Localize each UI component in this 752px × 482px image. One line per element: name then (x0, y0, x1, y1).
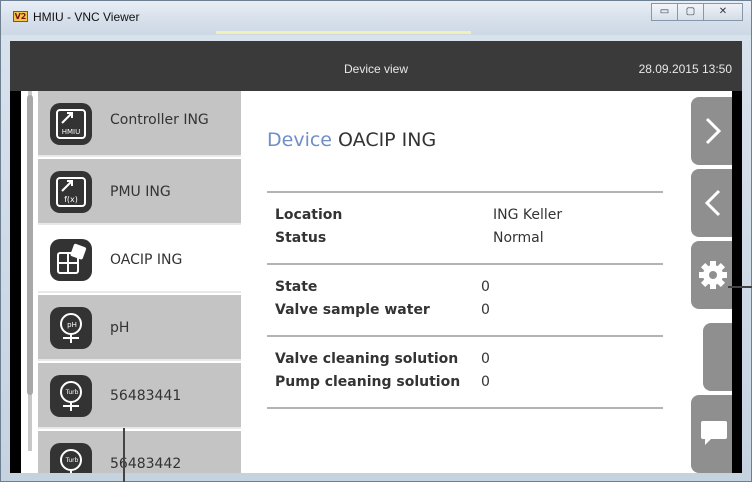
right-action-column (691, 91, 732, 473)
device-list-sidebar: HMIU Controller ING f(x) PMU ING OACIP I… (21, 91, 241, 473)
window-controls: ▭ ▢ ✕ (651, 3, 743, 21)
svg-text:Turb: Turb (65, 457, 79, 464)
message-button[interactable] (691, 395, 732, 473)
hmi-header: Device view 28.09.2015 13:50 (10, 41, 742, 91)
turbidity-sensor-icon: Turb (50, 375, 92, 417)
turbidity-sensor-icon: Turb (50, 443, 92, 473)
minimize-button[interactable]: ▭ (651, 3, 678, 21)
svg-text:f(x): f(x) (64, 195, 78, 204)
window-title: HMIU - VNC Viewer (33, 10, 140, 24)
sidebar-item-label: 56483442 (110, 456, 182, 472)
close-button[interactable]: ✕ (703, 3, 743, 21)
detail-row-location: Location ING Keller (275, 207, 563, 223)
maximize-button[interactable]: ▢ (677, 3, 704, 21)
page-title: Device view (343, 62, 409, 76)
pmu-function-icon: f(x) (50, 171, 92, 213)
sidebar-item-pmu-ing[interactable]: f(x) PMU ING (38, 159, 241, 225)
svg-text:pH: pH (67, 321, 77, 329)
divider (267, 407, 663, 409)
annotation-leader-line (123, 428, 125, 482)
oacip-module-icon (50, 239, 92, 281)
blank-button[interactable] (703, 323, 732, 391)
detail-row-state: State 0 (275, 279, 490, 295)
sidebar-item-label: PMU ING (110, 184, 171, 200)
next-icon (705, 117, 722, 145)
back-icon (704, 189, 721, 217)
sidebar-item-ph[interactable]: pH pH (38, 295, 241, 361)
detail-row-pump-cleaning-solution: Pump cleaning solution 0 (275, 374, 490, 390)
detail-row-status: Status Normal (275, 230, 544, 246)
ph-sensor-icon: pH (50, 307, 92, 349)
sidebar-item-label: 56483441 (110, 388, 182, 404)
detail-row-valve-sample-water: Valve sample water 0 (275, 302, 490, 318)
sidebar-item-label: OACIP ING (110, 252, 183, 268)
sidebar-item-label: pH (110, 320, 130, 336)
sidebar-item-56483441[interactable]: Turb 56483441 (38, 363, 241, 429)
divider (267, 335, 663, 337)
sidebar-item-controller-ing[interactable]: HMIU Controller ING (38, 91, 241, 157)
annotation-leader-line (728, 286, 752, 288)
titlebar-highlight (216, 31, 471, 34)
scrollbar-thumb[interactable] (27, 95, 33, 395)
svg-text:Turb: Turb (65, 389, 79, 396)
divider (267, 191, 663, 193)
hmiu-controller-icon: HMIU (50, 103, 92, 145)
back-button[interactable] (691, 169, 732, 237)
sidebar-item-oacip-ing[interactable]: OACIP ING (38, 227, 241, 293)
window-titlebar[interactable]: V2 HMIU - VNC Viewer ▭ ▢ ✕ (1, 1, 751, 35)
vnc-logo-icon: V2 (13, 11, 28, 22)
chat-message-icon (701, 421, 727, 445)
divider (267, 263, 663, 265)
device-title-name: OACIP ING (338, 129, 437, 151)
sidebar-item-56483442[interactable]: Turb 56483442 (38, 431, 241, 473)
svg-text:HMIU: HMIU (62, 128, 81, 136)
detail-row-valve-cleaning-solution: Valve cleaning solution 0 (275, 351, 490, 367)
next-button[interactable] (691, 97, 732, 165)
hmi-body: HMIU Controller ING f(x) PMU ING OACIP I… (21, 91, 732, 473)
vnc-remote-screen[interactable]: Device view 28.09.2015 13:50 HMIU Contro… (10, 41, 742, 473)
settings-button[interactable] (691, 241, 732, 309)
vnc-viewer-window: V2 HMIU - VNC Viewer ▭ ▢ ✕ Device view 2… (0, 0, 752, 482)
datetime-display: 28.09.2015 13:50 (638, 62, 732, 76)
device-title: Device OACIP ING (267, 129, 436, 151)
settings-gear-icon (699, 261, 727, 289)
device-title-keyword: Device (267, 129, 332, 151)
sidebar-item-label: Controller ING (110, 112, 209, 128)
device-detail-panel: Device OACIP ING Location ING Keller Sta… (241, 91, 691, 473)
